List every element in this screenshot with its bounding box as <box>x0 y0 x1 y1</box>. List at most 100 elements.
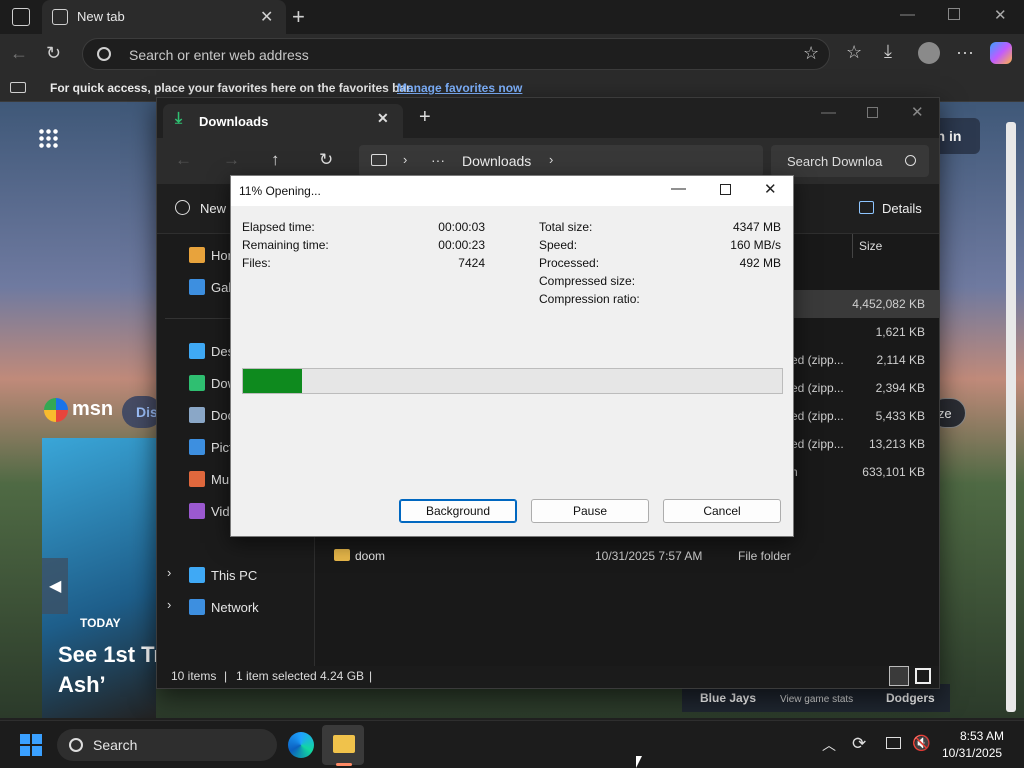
dialog-titlebar: 11% Opening... — ✕ <box>231 176 793 206</box>
update-sync-icon[interactable]: ⟳ <box>852 734 866 754</box>
explorer-refresh-icon[interactable]: ↻ <box>319 150 333 170</box>
new-tab-button[interactable]: + <box>292 4 305 30</box>
taskbar-search-box[interactable]: Search <box>57 729 277 761</box>
details-pane-icon <box>859 201 874 214</box>
pause-button[interactable]: Pause <box>531 499 649 523</box>
sidebar-item-label: Network <box>211 599 259 615</box>
browser-tab-new-tab[interactable]: New tab ✕ <box>42 0 286 34</box>
start-button[interactable] <box>20 734 42 756</box>
details-button[interactable]: Details <box>882 201 922 216</box>
stat-label: Compression ratio: <box>539 292 640 306</box>
this-pc-icon <box>189 567 205 583</box>
explorer-forward-icon[interactable]: → <box>223 150 240 170</box>
explorer-search-box[interactable]: Search Downloa <box>771 145 929 177</box>
stat-value: 00:00:23 <box>438 238 485 252</box>
show-hidden-icons-chevron[interactable]: ︿ <box>822 735 836 755</box>
sidebar-item[interactable]: Des <box>189 340 234 362</box>
today-label: TODAY <box>80 616 121 630</box>
close-explorer-tab-icon[interactable]: ✕ <box>377 110 389 127</box>
app-launcher-icon[interactable] <box>38 128 58 148</box>
view-game-stats-link[interactable]: View game stats <box>780 694 853 705</box>
expand-chevron-icon[interactable]: › <box>167 565 171 580</box>
cancel-button[interactable]: Cancel <box>663 499 781 523</box>
explorer-tab-downloads[interactable]: ⤓ Downloads ✕ <box>163 104 403 138</box>
favorite-star-icon[interactable]: ☆ <box>803 43 819 64</box>
address-bar[interactable]: Search or enter web address ☆ <box>82 38 830 70</box>
folder-row[interactable]: doom 10/31/2025 7:57 AM File folder <box>316 542 939 570</box>
sidebar-item[interactable]: Pict <box>189 436 233 458</box>
mouse-cursor-icon <box>636 756 642 768</box>
manage-favorites-link[interactable]: Manage favorites now <box>397 81 522 95</box>
new-tab-page-icon <box>52 9 68 25</box>
home-icon <box>189 247 205 263</box>
sidebar-item[interactable]: Mu <box>189 468 229 490</box>
display-icon[interactable] <box>886 737 901 749</box>
details-view-icon[interactable] <box>889 666 909 686</box>
status-size: 4.24 GB <box>320 669 365 683</box>
tab-actions-icon[interactable] <box>12 8 30 26</box>
clock-date[interactable]: 10/31/2025 <box>942 746 1002 760</box>
explorer-breadcrumb[interactable]: › ··· Downloads › <box>359 145 763 177</box>
volume-muted-icon[interactable]: 🔇 <box>912 734 931 752</box>
favorites-icon[interactable]: ☆ <box>846 42 862 63</box>
folder-name: doom <box>355 549 386 563</box>
dialog-maximize-icon[interactable] <box>720 184 731 195</box>
folder-date: 10/31/2025 7:57 AM <box>595 549 703 563</box>
document-icon <box>189 407 205 423</box>
downloads-icon[interactable]: ⤓ <box>884 41 892 62</box>
music-icon <box>189 471 205 487</box>
close-tab-icon[interactable]: ✕ <box>260 7 273 27</box>
file-size: 633,101 KB <box>862 465 925 479</box>
desktop-icon <box>189 343 205 359</box>
explorer-minimize-icon[interactable]: — <box>821 104 836 121</box>
news-hero-card[interactable]: ◀ TODAY See 1st Tr Ash’ <box>42 438 162 718</box>
dialog-close-icon[interactable]: ✕ <box>764 180 777 198</box>
explorer-up-icon[interactable]: ↑ <box>271 150 280 170</box>
explorer-new-tab-button[interactable]: + <box>419 106 431 129</box>
explorer-search-placeholder: Search Downloa <box>787 154 883 169</box>
status-selected: 1 item selected <box>236 669 317 683</box>
sidebar-item-label: This PC <box>211 567 258 583</box>
headline-line-1[interactable]: See 1st Tr <box>58 642 162 668</box>
sidebar-item-this-pc[interactable]: This PC <box>189 564 257 586</box>
stat-label: Compressed size: <box>539 274 636 288</box>
file-explorer-folder-icon <box>333 735 355 753</box>
explorer-close-icon[interactable]: ✕ <box>911 103 924 121</box>
page-scrollbar[interactable] <box>1006 122 1016 712</box>
explorer-maximize-icon[interactable] <box>867 107 878 118</box>
restore-icon[interactable] <box>948 8 960 20</box>
headline-line-2[interactable]: Ash’ <box>58 672 106 698</box>
search-icon <box>69 738 83 752</box>
breadcrumb-current[interactable]: Downloads <box>462 153 531 169</box>
folder-icon <box>334 549 350 561</box>
stat-label: Elapsed time: <box>242 220 315 234</box>
sidebar-item[interactable]: Doc <box>189 404 234 426</box>
sidebar-item-network[interactable]: Network <box>189 596 259 618</box>
tiles-view-icon[interactable] <box>915 668 931 684</box>
dialog-minimize-icon[interactable]: — <box>671 180 686 197</box>
carousel-prev-button[interactable]: ◀ <box>42 558 68 614</box>
favorites-bar-text: For quick access, place your favorites h… <box>50 81 414 95</box>
videos-icon <box>189 503 205 519</box>
pictures-icon <box>189 439 205 455</box>
clock-time[interactable]: 8:53 AM <box>960 729 1004 743</box>
expand-chevron-icon[interactable]: › <box>167 597 171 612</box>
sidebar-item[interactable]: Hor <box>189 244 232 266</box>
copilot-icon[interactable] <box>990 42 1012 64</box>
background-button[interactable]: Background <box>399 499 517 523</box>
close-window-icon[interactable]: ✕ <box>994 6 1007 24</box>
back-icon[interactable]: ← <box>10 43 28 64</box>
file-size: 4,452,082 KB <box>852 297 925 311</box>
explorer-back-icon[interactable]: ← <box>175 150 192 170</box>
edge-icon[interactable] <box>288 732 314 758</box>
tab-title: New tab <box>77 9 125 24</box>
new-button[interactable]: New <box>200 201 226 216</box>
computer-icon <box>371 154 387 166</box>
breadcrumb-ellipsis[interactable]: ··· <box>431 152 445 168</box>
profile-avatar[interactable] <box>918 42 940 64</box>
minimize-icon[interactable]: — <box>900 6 915 23</box>
refresh-icon[interactable]: ↻ <box>46 43 61 64</box>
sidebar-item[interactable]: Gall <box>189 276 234 298</box>
more-options-icon[interactable]: ··· <box>956 42 974 63</box>
size-column-header[interactable]: Size <box>859 239 882 253</box>
